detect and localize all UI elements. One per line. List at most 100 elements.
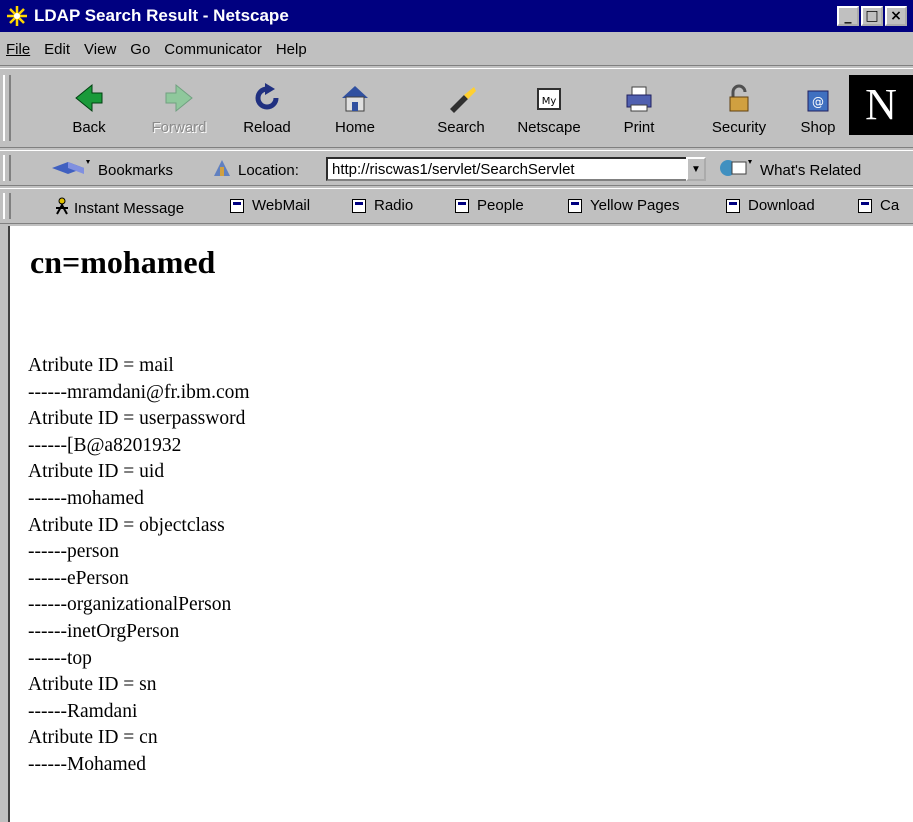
yellow-pages-label: Yellow Pages [590,197,680,214]
bookmark-page-icon [455,198,469,213]
printer-icon [600,77,678,115]
attribute-list: Atribute ID = mail ------mramdani@fr.ibm… [28,353,250,779]
forward-button[interactable]: Forward [140,77,218,136]
bookmark-page-icon [726,198,740,213]
forward-label: Forward [151,119,207,136]
close-button[interactable]: × [885,6,907,26]
toolbar-grip[interactable] [3,155,11,181]
netscape-app-icon[interactable] [6,5,28,27]
home-label: Home [334,119,375,136]
bookmark-ca-truncated[interactable]: Ca [858,197,899,214]
toolbar-grip[interactable] [3,193,11,219]
location-label-group: Location: [212,158,299,182]
menu-help[interactable]: Help [276,41,307,58]
menu-view[interactable]: View [84,41,116,58]
search-label: Search [437,119,485,136]
search-flashlight-icon [422,77,500,115]
security-label: Security [711,119,767,136]
location-label: Location: [238,161,299,179]
back-label: Back [72,119,106,136]
home-button[interactable]: Home [316,77,394,136]
menu-go[interactable]: Go [130,41,150,58]
shopping-bag-icon: @ [788,77,848,115]
search-button[interactable]: Search [422,77,500,136]
attribute-line: Atribute ID = mail [28,355,174,376]
attribute-line: ------[B@a8201932 [28,434,182,456]
bookmark-page-icon [858,198,872,213]
netscape-logo-throbber[interactable]: N [849,75,913,135]
ca-label: Ca [880,197,900,214]
bookmark-page-icon [568,198,582,213]
attribute-line: ------inetOrgPerson [28,620,180,642]
window-title: LDAP Search Result - Netscape [34,6,289,25]
attribute-line: Atribute ID = sn [28,674,157,696]
svg-text:@: @ [812,95,824,109]
back-button[interactable]: Back [50,77,128,136]
attribute-line: ------top [28,647,92,669]
forward-arrow-icon [140,77,218,115]
whats-related-button[interactable]: What's Related [718,158,861,182]
home-icon [316,77,394,115]
webmail-label: WebMail [252,197,311,214]
location-url-input[interactable]: http://riscwas1/servlet/SearchServlet [326,157,706,181]
attribute-line: Atribute ID = cn [28,727,158,749]
location-icon[interactable] [212,158,232,182]
page-content: cn=mohamed Atribute ID = mail ------mram… [8,226,913,822]
bookmark-radio[interactable]: Radio [352,197,413,214]
padlock-icon [700,77,778,115]
bookmark-yellow-pages[interactable]: Yellow Pages [568,197,680,214]
attribute-line: Atribute ID = uid [28,461,165,483]
download-label: Download [748,197,815,214]
instant-message-person-icon [54,197,70,219]
bookmark-page-icon [230,198,244,213]
netscape-button[interactable]: My Netscape [510,77,588,136]
whats-related-icon [718,158,756,182]
bookmark-page-icon [352,198,366,213]
bookmark-webmail[interactable]: WebMail [230,197,310,214]
people-label: People [477,197,524,214]
location-dropdown-button[interactable]: ▼ [686,157,706,181]
title-bar[interactable]: LDAP Search Result - Netscape _ □ × [0,0,913,32]
shop-button[interactable]: @ Shop [788,77,848,136]
page-heading: cn=mohamed [30,244,216,280]
chevron-down-icon: ▼ [691,163,701,175]
shop-label: Shop [800,119,836,136]
print-label: Print [623,119,655,136]
netscape-label: Netscape [517,119,581,136]
attribute-line: ------mramdani@fr.ibm.com [28,381,250,403]
attribute-line: ------person [28,541,119,563]
attribute-line: ------organizationalPerson [28,594,232,616]
attribute-line: ------Ramdani [28,700,138,722]
menu-communicator[interactable]: Communicator [164,41,262,58]
bookmarks-icon [50,158,92,182]
bookmarks-button[interactable]: Bookmarks [50,158,173,182]
attribute-line: Atribute ID = objectclass [28,514,225,536]
print-button[interactable]: Print [600,77,678,136]
attribute-line: ------ePerson [28,567,129,589]
toolbar-grip[interactable] [3,75,11,141]
location-toolbar: Bookmarks Location: http://riscwas1/serv… [0,150,913,186]
bookmark-download[interactable]: Download [726,197,815,214]
reload-button[interactable]: Reload [228,77,306,136]
whats-related-label: What's Related [760,161,862,179]
back-arrow-icon [50,77,128,115]
my-netscape-icon: My [510,77,588,115]
bookmark-people[interactable]: People [455,197,524,214]
bookmark-instant-message[interactable]: Instant Message [54,197,184,219]
instant-message-label: Instant Message [74,199,185,217]
radio-label: Radio [374,197,414,214]
minimize-button[interactable]: _ [837,6,859,26]
navigation-toolbar: Back Forward Reload Home Search My Netsc… [0,68,913,148]
menu-bar: File Edit View Go Communicator Help [0,34,913,66]
attribute-line: ------mohamed [28,487,144,509]
attribute-line: ------Mohamed [28,753,147,775]
maximize-button[interactable]: □ [861,6,883,26]
bookmarks-label: Bookmarks [98,161,174,179]
menu-edit[interactable]: Edit [44,41,70,58]
svg-text:My: My [542,96,557,107]
security-button[interactable]: Security [700,77,778,136]
reload-label: Reload [243,119,291,136]
menu-file[interactable]: File [6,41,30,58]
location-url-text: http://riscwas1/servlet/SearchServlet [332,160,575,178]
personal-toolbar: Instant Message WebMail Radio People Yel… [0,188,913,224]
